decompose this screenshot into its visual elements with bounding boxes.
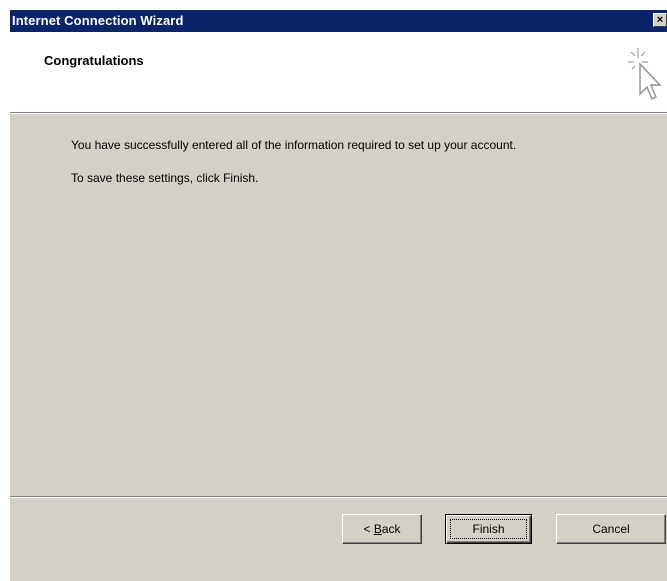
cancel-button[interactable]: Cancel <box>556 514 666 544</box>
wizard-cursor-sparkle-icon <box>628 48 662 100</box>
back-button[interactable]: < Back <box>342 514 422 544</box>
header-divider <box>10 112 667 114</box>
page-title: Congratulations <box>44 53 144 68</box>
close-icon: × <box>656 14 664 26</box>
finish-button[interactable]: Finish <box>445 514 532 544</box>
back-accelerator: B <box>373 521 382 536</box>
window-title: Internet Connection Wizard <box>12 13 184 28</box>
footer-divider <box>10 496 667 498</box>
title-bar[interactable]: Internet Connection Wizard × <box>10 10 667 32</box>
wizard-header: Congratulations <box>10 32 667 112</box>
back-prefix: < <box>363 521 374 536</box>
finish-label: Finish <box>472 521 505 536</box>
back-label-rest: ack <box>381 521 401 536</box>
cancel-label: Cancel <box>592 521 630 536</box>
finish-instruction: To save these settings, click Finish. <box>71 171 259 185</box>
success-message: You have successfully entered all of the… <box>71 138 517 152</box>
wizard-window: Internet Connection Wizard × Congratulat… <box>9 9 667 581</box>
close-button[interactable]: × <box>653 13 667 27</box>
